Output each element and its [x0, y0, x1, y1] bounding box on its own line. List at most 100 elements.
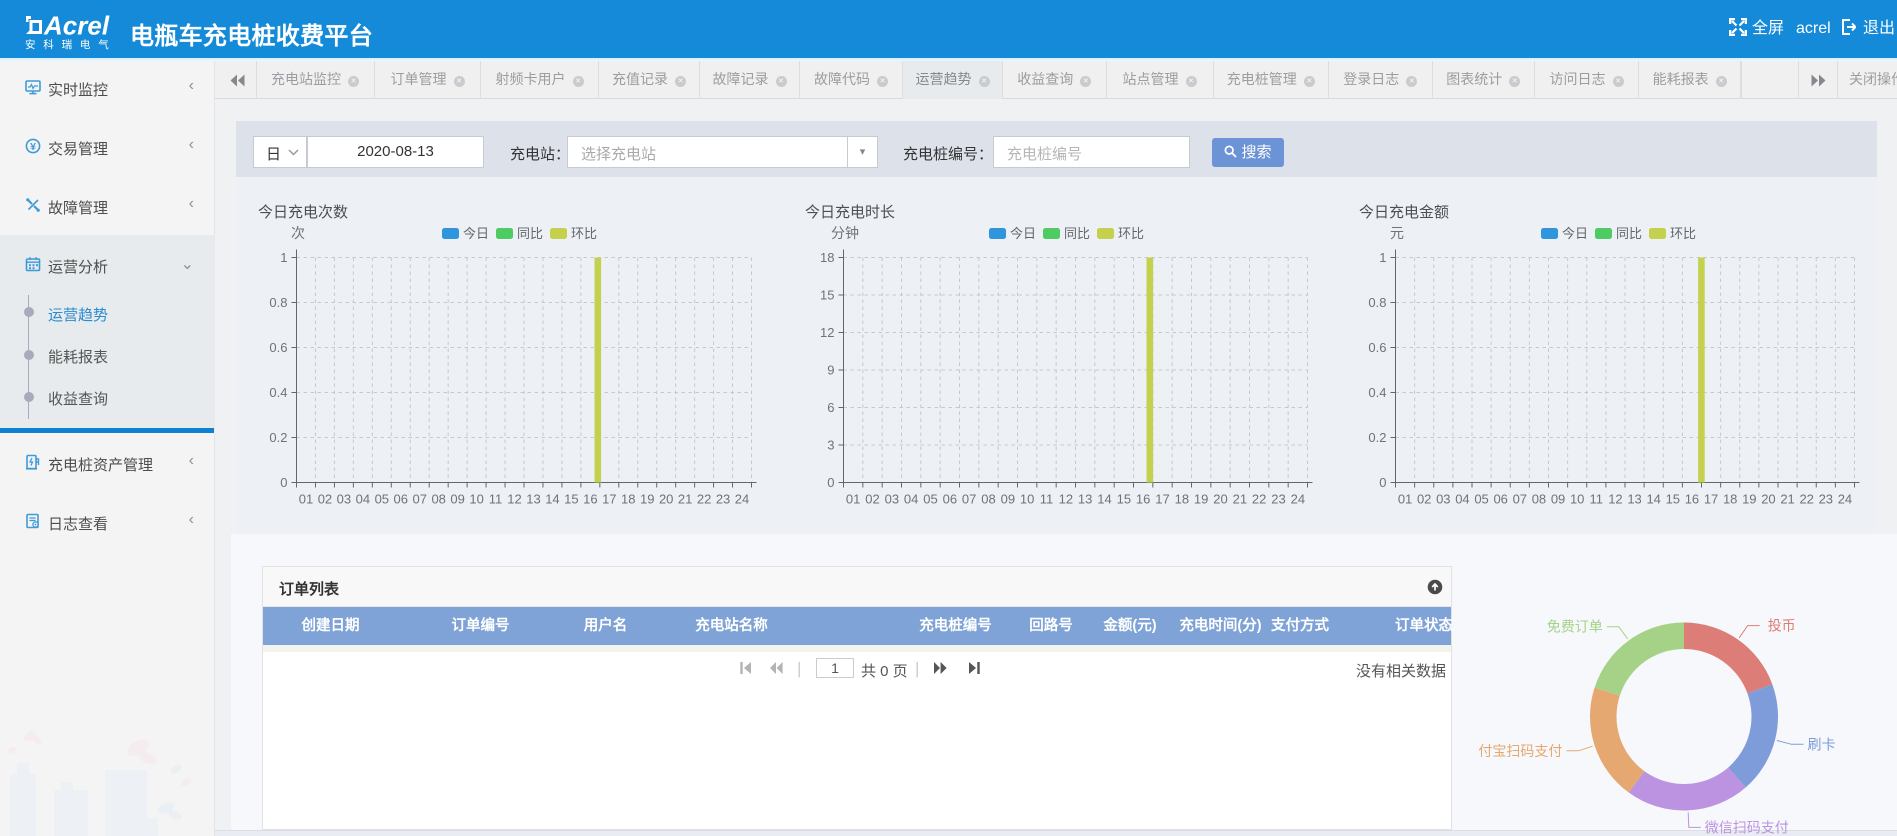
svg-text:同比: 同比: [1616, 226, 1642, 241]
svg-text:18: 18: [621, 492, 635, 507]
svg-text:环比: 环比: [1118, 226, 1144, 241]
svg-text:21: 21: [1233, 492, 1247, 507]
svg-text:同比: 同比: [1064, 226, 1090, 241]
svg-text:22: 22: [1252, 492, 1266, 507]
svg-text:08: 08: [1531, 492, 1545, 507]
svg-text:14: 14: [1646, 492, 1660, 507]
svg-text:07: 07: [962, 492, 976, 507]
svg-text:19: 19: [1742, 492, 1756, 507]
svg-text:23: 23: [1818, 492, 1832, 507]
svg-text:02: 02: [865, 492, 879, 507]
svg-text:09: 09: [450, 492, 464, 507]
svg-text:12: 12: [507, 492, 521, 507]
svg-text:07: 07: [1512, 492, 1526, 507]
svg-text:同比: 同比: [517, 226, 543, 241]
svg-text:12: 12: [1059, 492, 1073, 507]
svg-text:17: 17: [602, 492, 616, 507]
svg-text:11: 11: [1589, 492, 1603, 507]
svg-text:17: 17: [1155, 492, 1169, 507]
svg-text:今日: 今日: [1010, 226, 1036, 241]
svg-text:20: 20: [1213, 492, 1227, 507]
svg-text:16: 16: [583, 492, 597, 507]
svg-text:¥: ¥: [30, 141, 36, 153]
svg-text:10: 10: [469, 492, 483, 507]
svg-text:24: 24: [735, 492, 749, 507]
svg-text:14: 14: [1097, 492, 1111, 507]
svg-text:21: 21: [1780, 492, 1794, 507]
svg-text:3: 3: [827, 438, 834, 453]
svg-text:付宝扫码支付: 付宝扫码支付: [1478, 743, 1562, 759]
svg-text:元: 元: [1390, 225, 1404, 241]
svg-text:13: 13: [1627, 492, 1641, 507]
svg-text:18: 18: [1175, 492, 1189, 507]
svg-text:08: 08: [981, 492, 995, 507]
svg-text:15: 15: [564, 492, 578, 507]
svg-text:0.6: 0.6: [1368, 340, 1386, 355]
svg-text:0.4: 0.4: [269, 385, 287, 400]
svg-text:16: 16: [1684, 492, 1698, 507]
svg-text:13: 13: [1078, 492, 1092, 507]
svg-text:15: 15: [1117, 492, 1131, 507]
svg-text:微信扫码支付: 微信扫码支付: [1705, 819, 1789, 835]
svg-text:08: 08: [431, 492, 445, 507]
svg-text:环比: 环比: [571, 226, 597, 241]
svg-text:02: 02: [1417, 492, 1431, 507]
svg-text:03: 03: [1436, 492, 1450, 507]
svg-text:06: 06: [943, 492, 957, 507]
svg-text:20: 20: [1761, 492, 1775, 507]
svg-text:21: 21: [678, 492, 692, 507]
svg-text:12: 12: [1608, 492, 1622, 507]
svg-text:免费订单: 免费订单: [1547, 619, 1603, 635]
svg-text:0.2: 0.2: [1368, 430, 1386, 445]
svg-text:19: 19: [1194, 492, 1208, 507]
svg-text:24: 24: [1291, 492, 1305, 507]
svg-text:09: 09: [1551, 492, 1565, 507]
svg-text:投币: 投币: [1768, 618, 1796, 634]
svg-text:04: 04: [1455, 492, 1469, 507]
svg-text:02: 02: [318, 492, 332, 507]
svg-text:13: 13: [526, 492, 540, 507]
svg-text:0.6: 0.6: [269, 340, 287, 355]
svg-text:06: 06: [1493, 492, 1507, 507]
svg-text:10: 10: [1570, 492, 1584, 507]
svg-text:03: 03: [337, 492, 351, 507]
svg-text:05: 05: [923, 492, 937, 507]
svg-text:1: 1: [1379, 250, 1386, 265]
svg-text:14: 14: [545, 492, 559, 507]
svg-text:05: 05: [1474, 492, 1488, 507]
svg-text:20: 20: [659, 492, 673, 507]
svg-text:09: 09: [1001, 492, 1015, 507]
svg-text:6: 6: [827, 400, 834, 415]
svg-text:11: 11: [1040, 492, 1054, 507]
svg-text:环比: 环比: [1670, 226, 1696, 241]
svg-text:0.2: 0.2: [269, 430, 287, 445]
svg-text:今日: 今日: [463, 226, 489, 241]
svg-text:刷卡: 刷卡: [1808, 736, 1836, 752]
svg-text:24: 24: [1837, 492, 1851, 507]
svg-text:0: 0: [827, 475, 834, 490]
svg-text:22: 22: [697, 492, 711, 507]
svg-text:16: 16: [1136, 492, 1150, 507]
svg-text:19: 19: [640, 492, 654, 507]
svg-text:12: 12: [820, 325, 834, 340]
svg-text:23: 23: [1271, 492, 1285, 507]
svg-text:9: 9: [827, 363, 834, 378]
svg-text:今日: 今日: [1562, 226, 1588, 241]
svg-text:18: 18: [1723, 492, 1737, 507]
svg-text:0: 0: [280, 475, 287, 490]
svg-text:0.8: 0.8: [269, 295, 287, 310]
svg-text:15: 15: [1665, 492, 1679, 507]
svg-text:04: 04: [904, 492, 918, 507]
svg-text:分钟: 分钟: [831, 225, 859, 241]
svg-text:0.4: 0.4: [1368, 385, 1386, 400]
svg-text:0.8: 0.8: [1368, 295, 1386, 310]
svg-text:次: 次: [291, 225, 305, 241]
svg-text:07: 07: [412, 492, 426, 507]
svg-text:22: 22: [1799, 492, 1813, 507]
svg-text:0: 0: [1379, 475, 1386, 490]
svg-text:05: 05: [375, 492, 389, 507]
svg-text:23: 23: [716, 492, 730, 507]
svg-text:1: 1: [280, 250, 287, 265]
svg-text:01: 01: [846, 492, 860, 507]
svg-text:03: 03: [885, 492, 899, 507]
